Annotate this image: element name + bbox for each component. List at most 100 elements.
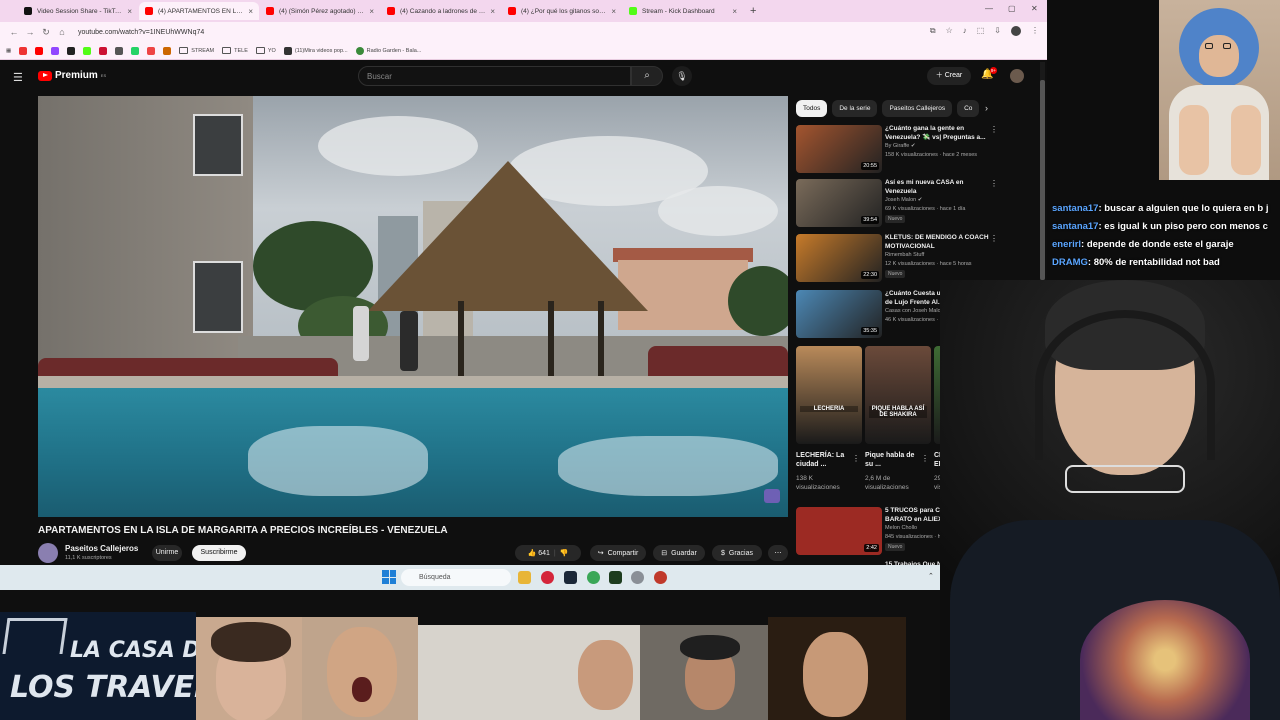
subscribe-button[interactable]: Suscribirme: [192, 545, 246, 561]
chrome-icon[interactable]: [587, 571, 600, 584]
search-button[interactable]: ⌕: [631, 66, 663, 86]
join-button[interactable]: Unirme: [152, 545, 182, 561]
browser-tab[interactable]: (4) Cazando a ladrones de cami ×: [381, 2, 501, 20]
more-vert-icon[interactable]: ⋮: [990, 234, 998, 243]
minimize-icon[interactable]: —: [985, 4, 993, 13]
taskbar-search[interactable]: Búsqueda: [401, 569, 511, 586]
install-icon[interactable]: ⧉: [930, 26, 936, 36]
browser-tab[interactable]: (4) (Simón Pérez agotado) Con ×: [260, 2, 380, 20]
chevron-right-icon[interactable]: ›: [985, 103, 988, 113]
tab-close-icon[interactable]: ×: [248, 7, 253, 16]
search-input[interactable]: Buscar: [358, 66, 631, 86]
extensions-icon[interactable]: ⬚: [977, 26, 985, 36]
bookmark-youtube-icon[interactable]: [35, 46, 44, 55]
thanks-button[interactable]: $ Gracias: [712, 545, 762, 561]
more-vert-icon[interactable]: ⋮: [921, 454, 929, 463]
browser-tab[interactable]: (4) APARTAMENTOS EN LA ISLA ×: [139, 2, 259, 20]
bookmark-x-icon[interactable]: [67, 46, 76, 55]
profile-avatar[interactable]: [1011, 26, 1021, 36]
browser-tab[interactable]: Stream - Kick Dashboard ×: [623, 2, 743, 20]
bookmark-whatsapp-icon[interactable]: [131, 46, 140, 55]
bookmark-tiktok-icon[interactable]: [19, 46, 28, 55]
opera-icon[interactable]: [541, 571, 554, 584]
bookmark-kick-icon[interactable]: [83, 46, 92, 55]
back-icon[interactable]: ←: [6, 27, 22, 37]
filter-chip[interactable]: Todos: [796, 100, 828, 117]
recommendation-card[interactable]: 22:30 KLETUS: DE MENDIGO A COACH MOTIVACI…: [796, 234, 1001, 286]
more-actions-button[interactable]: ⋯: [768, 545, 788, 561]
short-thumbnail[interactable]: LECHERIA: [796, 346, 862, 444]
share-button[interactable]: ↪ Compartir: [590, 545, 646, 561]
short-title[interactable]: Pique habla de su ...: [865, 451, 919, 469]
bookmark-twitch-icon[interactable]: [51, 46, 60, 55]
app-icon[interactable]: [654, 571, 667, 584]
channel-avatar[interactable]: [38, 543, 58, 563]
browser-tab[interactable]: (4) ¿Por qué los gitanos son od ×: [502, 2, 622, 20]
apps-grid-icon[interactable]: ▦: [6, 48, 11, 54]
recommendation-channel: Rimembah Stuff: [885, 252, 925, 258]
bookmark-star-icon[interactable]: ☆: [946, 26, 953, 36]
tab-close-icon[interactable]: ×: [732, 7, 737, 16]
recommendation-card[interactable]: 20:55 ¿Cuánto gana la gente en Venezuela?…: [796, 125, 1001, 177]
dislike-button[interactable]: 👎: [560, 549, 569, 557]
bookmark-red2-icon[interactable]: [147, 46, 156, 55]
new-tab-icon[interactable]: +: [750, 5, 756, 17]
hamburger-menu-icon[interactable]: ☰: [13, 71, 23, 84]
like-button[interactable]: 👍 641: [528, 549, 550, 557]
maximize-icon[interactable]: ▢: [1008, 4, 1016, 13]
home-icon[interactable]: ⌂: [54, 27, 70, 37]
more-vert-icon[interactable]: ⋮: [990, 179, 998, 188]
channel-watermark[interactable]: [764, 489, 780, 503]
clip-mouth: [352, 677, 372, 702]
tab-close-icon[interactable]: ×: [369, 7, 374, 16]
steam-icon[interactable]: [564, 571, 577, 584]
tab-label: (4) ¿Por qué los gitanos son od: [521, 7, 608, 15]
address-bar-actions: ⧉ ☆ ♪ ⬚ ⇩ ⋮: [930, 26, 1039, 36]
create-button[interactable]: ＋ Crear: [927, 67, 971, 85]
channel-name[interactable]: Paseitos Callejeros: [65, 544, 138, 553]
url-field[interactable]: youtube.com/watch?v=1INEUhWWNq74: [78, 29, 858, 36]
short-title[interactable]: LECHERÍA: La ciudad ...: [796, 451, 850, 469]
new-badge: Nuevo: [885, 215, 906, 223]
more-vert-icon[interactable]: ⋮: [990, 125, 998, 134]
tray-chevron-icon[interactable]: ⌃: [928, 572, 934, 580]
scrollbar-thumb[interactable]: [1040, 80, 1045, 280]
filter-chip[interactable]: Co: [957, 100, 980, 117]
windows-start-icon[interactable]: [382, 570, 396, 584]
bookmark-folder-tele[interactable]: TELE: [222, 47, 248, 54]
tab-close-icon[interactable]: ×: [127, 7, 132, 16]
filter-chip[interactable]: Paseitos Callejeros: [882, 100, 953, 117]
downloads-icon[interactable]: ⇩: [994, 26, 1001, 36]
short-thumbnail[interactable]: PIQUE HABLA ASÍ DE SHAKIRA: [865, 346, 931, 444]
bookmark-popular-videos[interactable]: (11)Mira videos pop...: [283, 46, 348, 55]
bookmark-folder-stream[interactable]: STREAM: [179, 47, 214, 54]
menu-dots-icon[interactable]: ⋮: [1031, 26, 1039, 36]
reload-icon[interactable]: ↻: [38, 27, 54, 38]
bookmark-radio-garden[interactable]: Radio Garden - Bala...: [355, 46, 421, 55]
save-button[interactable]: ⊟ Guardar: [653, 545, 705, 561]
bookmark-label: STREAM: [191, 47, 215, 54]
voice-search-button[interactable]: 🎙: [672, 66, 692, 86]
chat-message: santana17: buscar a alguien que lo quier…: [1052, 203, 1280, 214]
bookmark-red-icon[interactable]: [99, 46, 108, 55]
file-explorer-icon[interactable]: [518, 571, 531, 584]
audio-icon[interactable]: ♪: [963, 26, 967, 36]
game-app-icon[interactable]: [609, 571, 622, 584]
close-window-icon[interactable]: ✕: [1031, 4, 1038, 13]
tab-close-icon[interactable]: ×: [611, 7, 616, 16]
bookmark-folder-yo[interactable]: YO: [255, 47, 276, 54]
bookmark-orange-icon[interactable]: [163, 46, 172, 55]
recommendation-card[interactable]: 39:54 Así es mi nueva CASA en Venezuela Jo…: [796, 179, 1001, 231]
video-player[interactable]: [38, 96, 788, 517]
forward-icon[interactable]: →: [22, 27, 38, 37]
bookmark-grey-icon[interactable]: [115, 46, 124, 55]
youtube-logo[interactable]: Premium ES: [38, 70, 106, 81]
tab-close-icon[interactable]: ×: [490, 7, 495, 16]
chat-username: enerirl: [1052, 239, 1082, 250]
browser-tab[interactable]: Video Session Share - TikTok Studio ×: [18, 2, 138, 20]
create-label: Crear: [944, 72, 963, 79]
settings-icon[interactable]: [631, 571, 644, 584]
account-avatar[interactable]: [1010, 69, 1024, 83]
more-vert-icon[interactable]: ⋮: [852, 454, 860, 463]
filter-chip[interactable]: De la serie: [832, 100, 878, 117]
